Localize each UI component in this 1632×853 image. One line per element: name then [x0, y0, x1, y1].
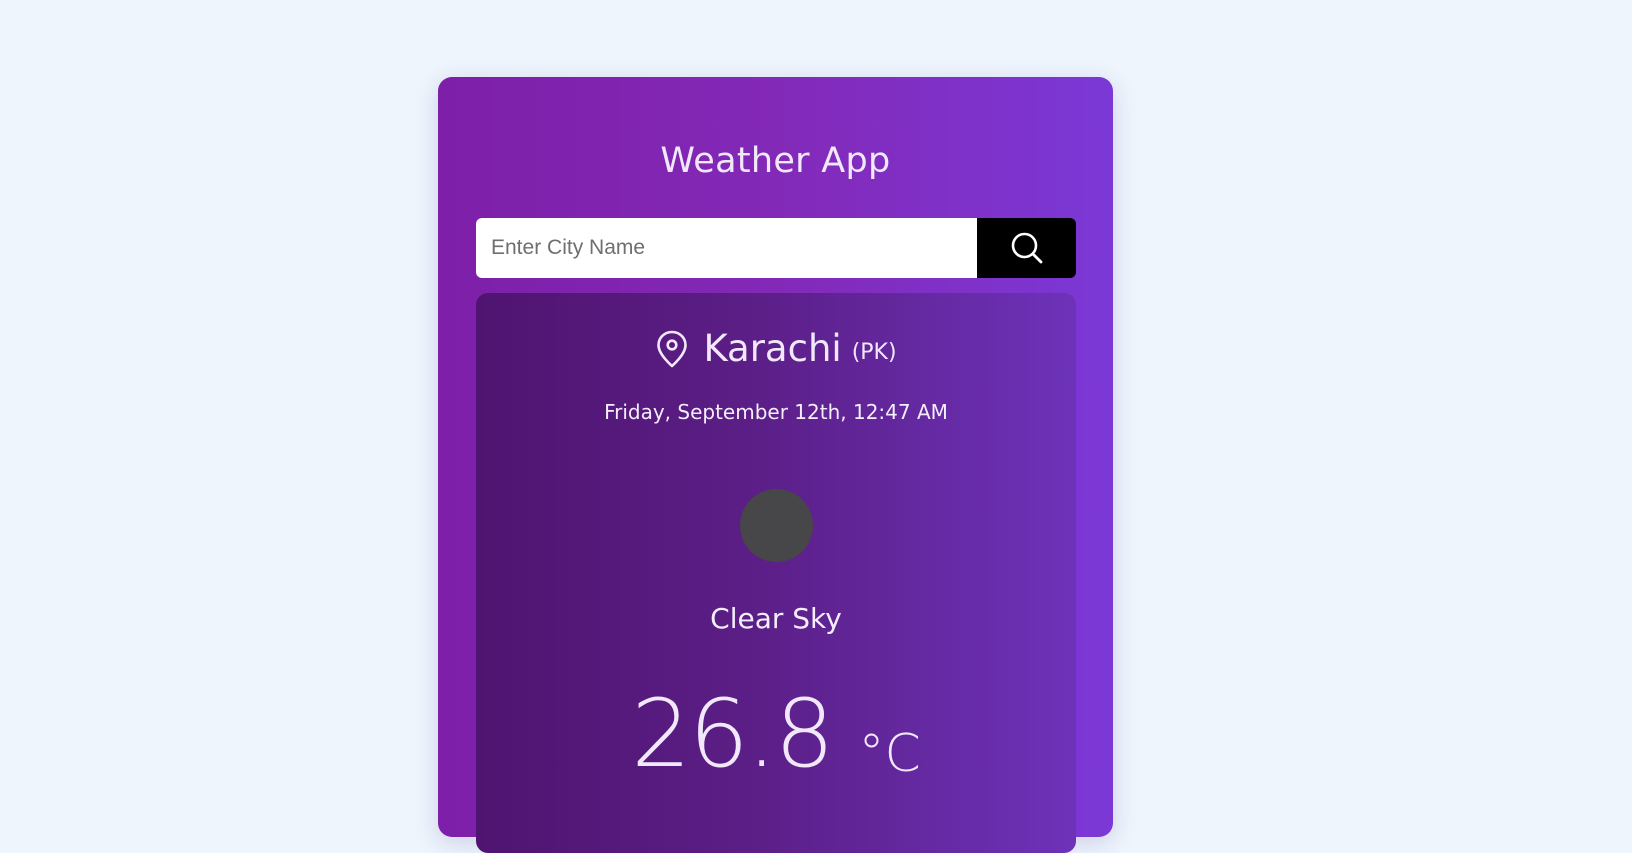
country-code: (PK) — [851, 340, 897, 365]
weather-condition-icon — [740, 489, 813, 562]
date-time: Friday, September 12th, 12:47 AM — [604, 400, 948, 424]
weather-card: Weather App Karachi (PK) Friday, Septemb… — [438, 77, 1113, 853]
app-title: Weather App — [660, 141, 891, 181]
weather-condition: Clear Sky — [710, 602, 842, 635]
temperature-value: 26.8 — [631, 680, 834, 789]
city-name: Karachi — [703, 327, 842, 370]
temperature-row: 26.8 °C — [476, 688, 1076, 782]
search-button[interactable] — [977, 218, 1076, 278]
temperature-unit: °C — [858, 724, 921, 784]
map-pin-icon — [655, 329, 689, 369]
location-row: Karachi (PK) — [476, 327, 1076, 370]
city-search-input[interactable] — [476, 218, 977, 278]
weather-panel: Karachi (PK) Friday, September 12th, 12:… — [476, 293, 1076, 853]
search-icon — [1010, 231, 1044, 265]
